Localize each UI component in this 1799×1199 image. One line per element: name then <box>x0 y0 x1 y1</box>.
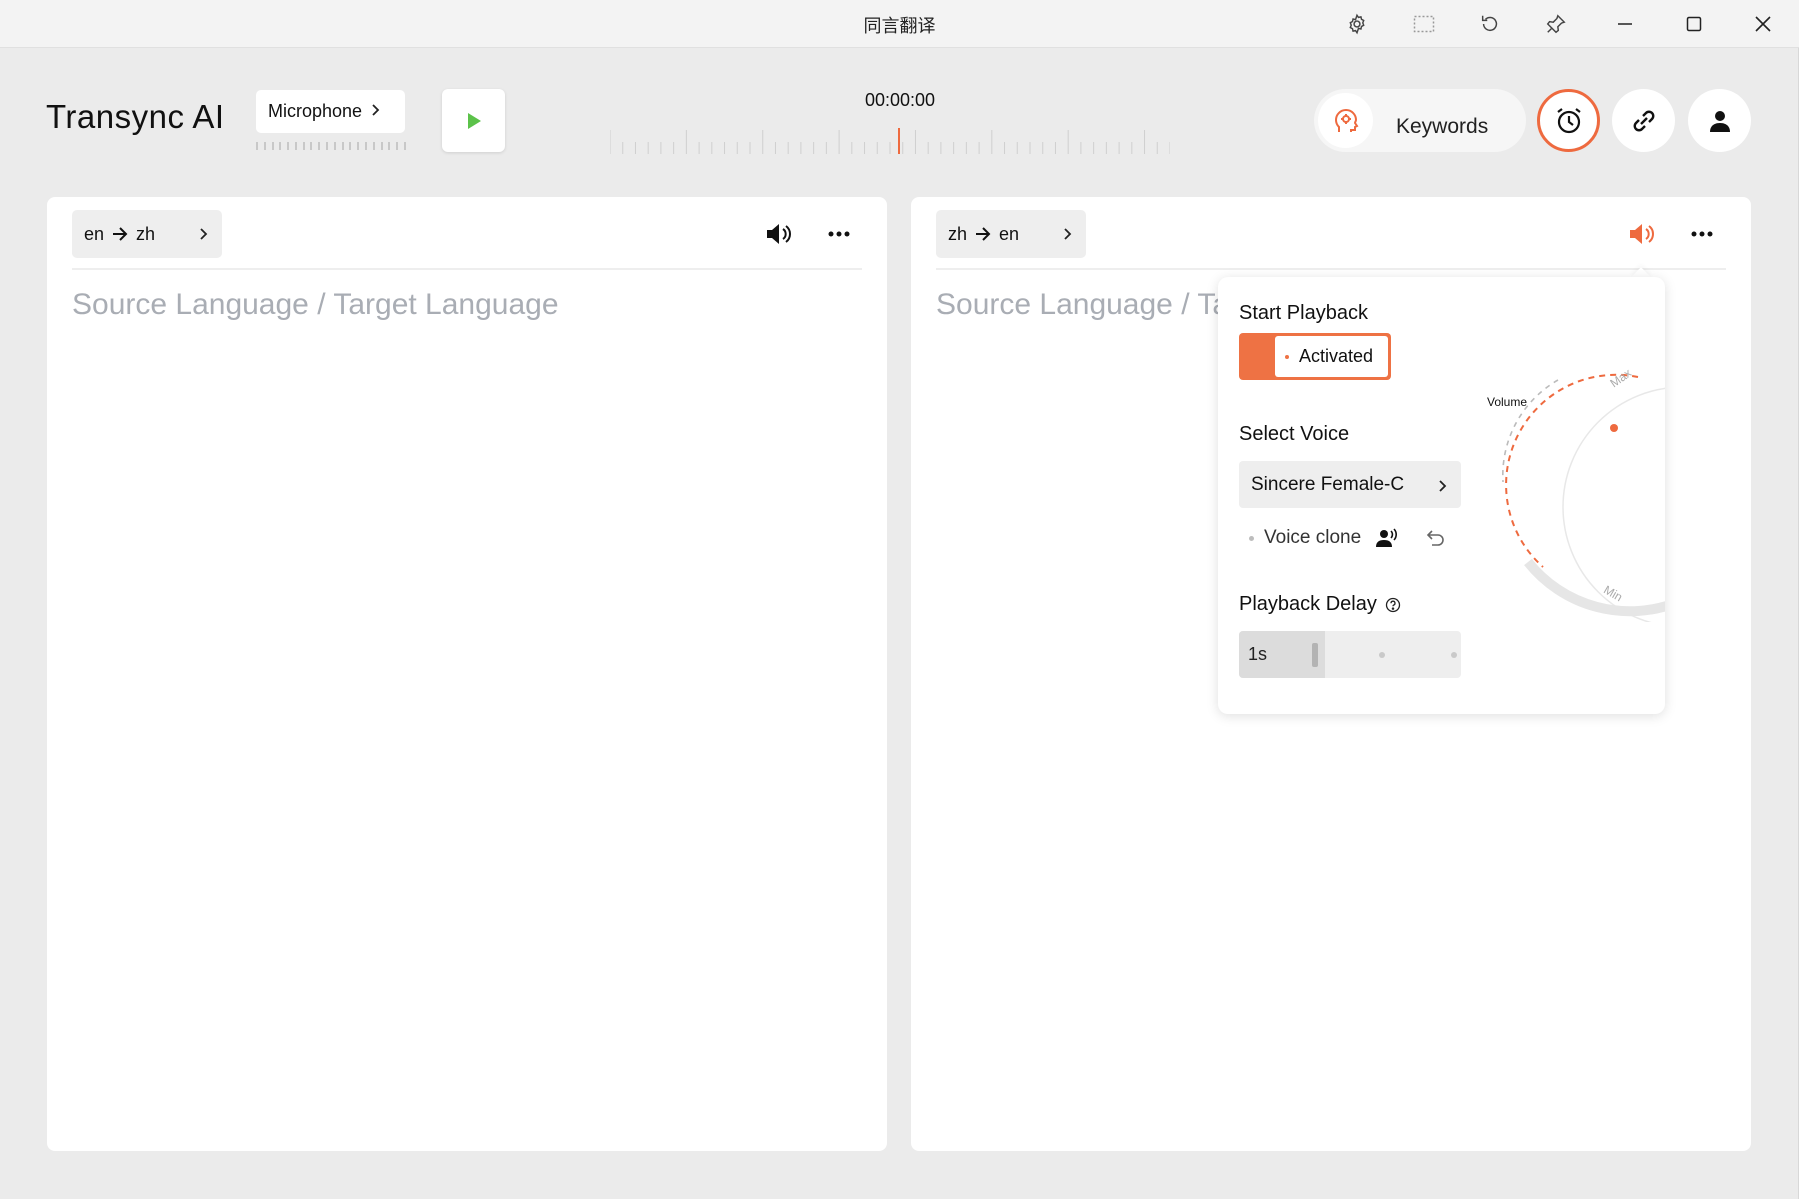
chevron-right-icon <box>198 225 208 246</box>
slider-step <box>1379 652 1385 658</box>
chevron-right-icon <box>370 101 380 122</box>
maximize-icon[interactable] <box>1678 8 1710 40</box>
playback-delay-slider[interactable]: 1s <box>1239 631 1461 678</box>
link-button[interactable] <box>1612 89 1675 152</box>
play-icon <box>467 112 481 129</box>
volume-knob[interactable]: Max Min <box>1488 362 1665 622</box>
input-source-button[interactable]: Microphone <box>256 90 405 133</box>
title-bar: 同言翻译 <box>0 0 1799 48</box>
chevron-right-icon <box>1437 477 1447 499</box>
app-name: Transync AI <box>46 98 225 135</box>
delay-value: 1s <box>1248 644 1268 664</box>
source-language: zh <box>948 223 968 244</box>
chevron-right-icon <box>1062 225 1072 246</box>
target-language: en <box>999 223 1020 244</box>
alarm-clock-icon <box>1556 107 1581 133</box>
settings-icon[interactable] <box>1341 8 1373 40</box>
window-mode-icon[interactable] <box>1408 8 1440 40</box>
refresh-icon[interactable] <box>1474 8 1506 40</box>
pin-icon[interactable] <box>1540 8 1572 40</box>
language-pair-selector[interactable]: en zh <box>72 210 222 258</box>
panel-divider <box>72 268 862 270</box>
more-options-icon[interactable] <box>1685 217 1719 251</box>
timer-button[interactable] <box>1537 89 1600 152</box>
user-icon <box>1709 110 1730 132</box>
input-source-label: Microphone <box>268 101 363 121</box>
voice-select[interactable]: Sincere Female-C <box>1239 461 1461 508</box>
close-icon[interactable] <box>1747 8 1779 40</box>
slider-step <box>1451 652 1457 658</box>
brain-icon <box>1318 93 1373 148</box>
transcript-placeholder: Source Language / Target Language <box>72 288 559 321</box>
start-playback-heading: Start Playback <box>1239 302 1368 324</box>
more-options-icon[interactable] <box>822 217 856 251</box>
keywords-button[interactable]: Keywords <box>1314 89 1526 152</box>
voice-clone-row: Voice clone <box>1249 527 1445 549</box>
keywords-label: Keywords <box>1396 115 1489 138</box>
app-window: 同言翻译 Transync AI Microphone 00:00:00 Key… <box>0 0 1799 1199</box>
speaker-icon[interactable] <box>1625 217 1659 251</box>
playback-toggle-state: Activated <box>1275 336 1388 377</box>
panel-divider <box>936 268 1726 270</box>
account-button[interactable] <box>1688 89 1751 152</box>
link-icon <box>1633 110 1654 131</box>
minimize-icon[interactable] <box>1609 8 1641 40</box>
source-language: en <box>84 223 105 244</box>
voice-value: Sincere Female-C <box>1251 473 1405 495</box>
window-title: 同言翻译 <box>863 16 936 36</box>
arrow-right-icon <box>975 227 991 241</box>
arrow-right-icon <box>112 227 128 241</box>
help-icon[interactable] <box>1385 597 1401 613</box>
speaker-icon[interactable] <box>762 217 796 251</box>
playback-delay-label: Playback Delay <box>1239 593 1377 615</box>
select-voice-heading: Select Voice <box>1239 423 1350 445</box>
language-pair-selector[interactable]: zh en <box>936 210 1086 258</box>
playback-toggle[interactable]: Activated <box>1239 333 1391 380</box>
voice-clone-label: Voice clone <box>1264 527 1362 548</box>
timeline-ruler <box>610 128 1170 154</box>
translation-panel-left: en zh Source Language / Target Language <box>47 197 887 1151</box>
microphone-level-meter <box>256 142 406 150</box>
playback-settings-popover: Start Playback Activated Select Voice Si… <box>1218 277 1665 714</box>
volume-max-label: Max <box>1607 366 1634 390</box>
voice-clone-icon[interactable] <box>1375 528 1399 548</box>
playback-delay-heading: Playback Delay <box>1239 593 1401 616</box>
start-button[interactable] <box>442 89 505 152</box>
transcript-placeholder: Source Language / Ta <box>936 288 1230 321</box>
session-timer: 00:00:00 <box>864 90 936 110</box>
slider-handle[interactable] <box>1312 643 1318 667</box>
toggle-label: Activated <box>1299 346 1374 366</box>
target-language: zh <box>136 223 156 244</box>
undo-icon[interactable] <box>1425 529 1445 547</box>
